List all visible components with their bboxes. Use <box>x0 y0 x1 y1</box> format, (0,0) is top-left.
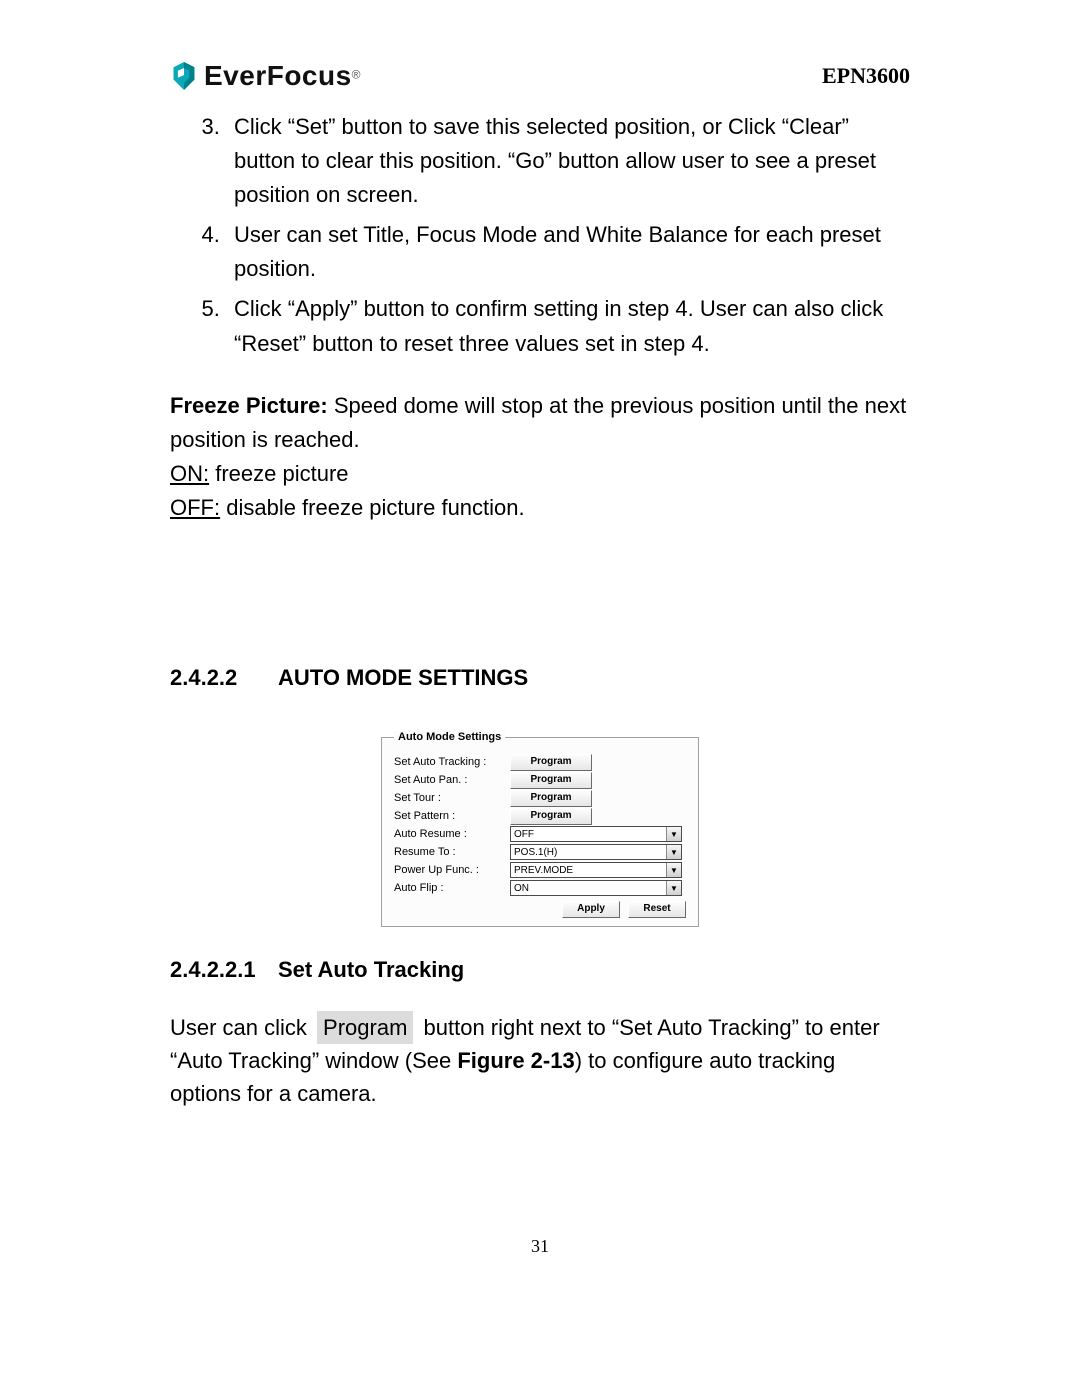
panel-row: Set Pattern : Program <box>394 807 686 825</box>
row-label: Set Auto Tracking : <box>394 756 510 768</box>
freeze-on-label: ON: <box>170 461 209 486</box>
program-button[interactable]: Program <box>510 754 592 771</box>
brand-name: EverFocus® <box>204 60 361 92</box>
dropdown-value: POS.1(H) <box>514 847 557 858</box>
page-header: EverFocus® EPN3600 <box>170 60 910 92</box>
panel-actions: Apply Reset <box>394 901 686 918</box>
dropdown-value: PREV.MODE <box>514 865 573 876</box>
subsection-number: 2.4.2.2.1 <box>170 957 278 983</box>
section-heading: 2.4.2.2AUTO MODE SETTINGS <box>170 665 910 691</box>
row-label: Set Tour : <box>394 792 510 804</box>
inline-program-button: Program <box>317 1011 413 1044</box>
subsection-paragraph: User can click Program button right next… <box>170 1011 910 1110</box>
row-label: Set Auto Pan. : <box>394 774 510 786</box>
list-item: Click “Set” button to save this selected… <box>226 110 910 212</box>
section-title: AUTO MODE SETTINGS <box>278 665 528 690</box>
auto-resume-dropdown[interactable]: OFF ▼ <box>510 826 682 842</box>
program-button[interactable]: Program <box>510 808 592 825</box>
row-label: Auto Resume : <box>394 828 510 840</box>
apply-button[interactable]: Apply <box>562 901 620 918</box>
subsection-title: Set Auto Tracking <box>278 957 464 982</box>
panel-legend: Auto Mode Settings <box>394 731 505 743</box>
brand-text: EverFocus <box>204 60 352 91</box>
subsection-heading: 2.4.2.2.1Set Auto Tracking <box>170 957 910 983</box>
panel-row: Power Up Func. : PREV.MODE ▼ <box>394 861 686 879</box>
dropdown-value: ON <box>514 883 529 894</box>
chevron-down-icon: ▼ <box>666 863 681 877</box>
freeze-on-line: ON: freeze picture <box>170 457 910 491</box>
dropdown-value: OFF <box>514 829 534 840</box>
panel-row: Auto Flip : ON ▼ <box>394 879 686 897</box>
document-page: EverFocus® EPN3600 Click “Set” button to… <box>0 0 1080 1397</box>
freeze-description-line: Freeze Picture: Speed dome will stop at … <box>170 389 910 457</box>
freeze-off-desc: disable freeze picture function. <box>220 495 525 520</box>
reset-button[interactable]: Reset <box>628 901 686 918</box>
freeze-title: Freeze Picture: <box>170 393 328 418</box>
row-label: Resume To : <box>394 846 510 858</box>
freeze-picture-block: Freeze Picture: Speed dome will stop at … <box>170 389 910 525</box>
product-model: EPN3600 <box>822 63 910 89</box>
resume-to-dropdown[interactable]: POS.1(H) ▼ <box>510 844 682 860</box>
auto-mode-settings-panel: Auto Mode Settings Set Auto Tracking : P… <box>381 731 699 927</box>
registered-mark-icon: ® <box>352 68 361 82</box>
row-label: Power Up Func. : <box>394 864 510 876</box>
section-number: 2.4.2.2 <box>170 665 278 691</box>
freeze-on-desc: freeze picture <box>209 461 348 486</box>
figure-reference: Figure 2-13 <box>457 1048 574 1073</box>
program-button[interactable]: Program <box>510 790 592 807</box>
chevron-down-icon: ▼ <box>666 845 681 859</box>
brand-mark-icon <box>170 60 198 92</box>
page-number: 31 <box>0 1236 1080 1257</box>
row-label: Auto Flip : <box>394 882 510 894</box>
panel-row: Set Auto Pan. : Program <box>394 771 686 789</box>
panel-row: Set Auto Tracking : Program <box>394 753 686 771</box>
instruction-list: Click “Set” button to save this selected… <box>170 110 910 361</box>
panel-row: Resume To : POS.1(H) ▼ <box>394 843 686 861</box>
chevron-down-icon: ▼ <box>666 881 681 895</box>
panel-row: Set Tour : Program <box>394 789 686 807</box>
panel-row: Auto Resume : OFF ▼ <box>394 825 686 843</box>
brand-logo: EverFocus® <box>170 60 361 92</box>
program-button[interactable]: Program <box>510 772 592 789</box>
power-up-func-dropdown[interactable]: PREV.MODE ▼ <box>510 862 682 878</box>
row-label: Set Pattern : <box>394 810 510 822</box>
flow-pre: User can click <box>170 1015 313 1040</box>
list-item: Click “Apply” button to confirm setting … <box>226 292 910 360</box>
freeze-off-line: OFF: disable freeze picture function. <box>170 491 910 525</box>
auto-flip-dropdown[interactable]: ON ▼ <box>510 880 682 896</box>
chevron-down-icon: ▼ <box>666 827 681 841</box>
screenshot-figure: Auto Mode Settings Set Auto Tracking : P… <box>170 731 910 927</box>
list-item: User can set Title, Focus Mode and White… <box>226 218 910 286</box>
freeze-off-label: OFF: <box>170 495 220 520</box>
